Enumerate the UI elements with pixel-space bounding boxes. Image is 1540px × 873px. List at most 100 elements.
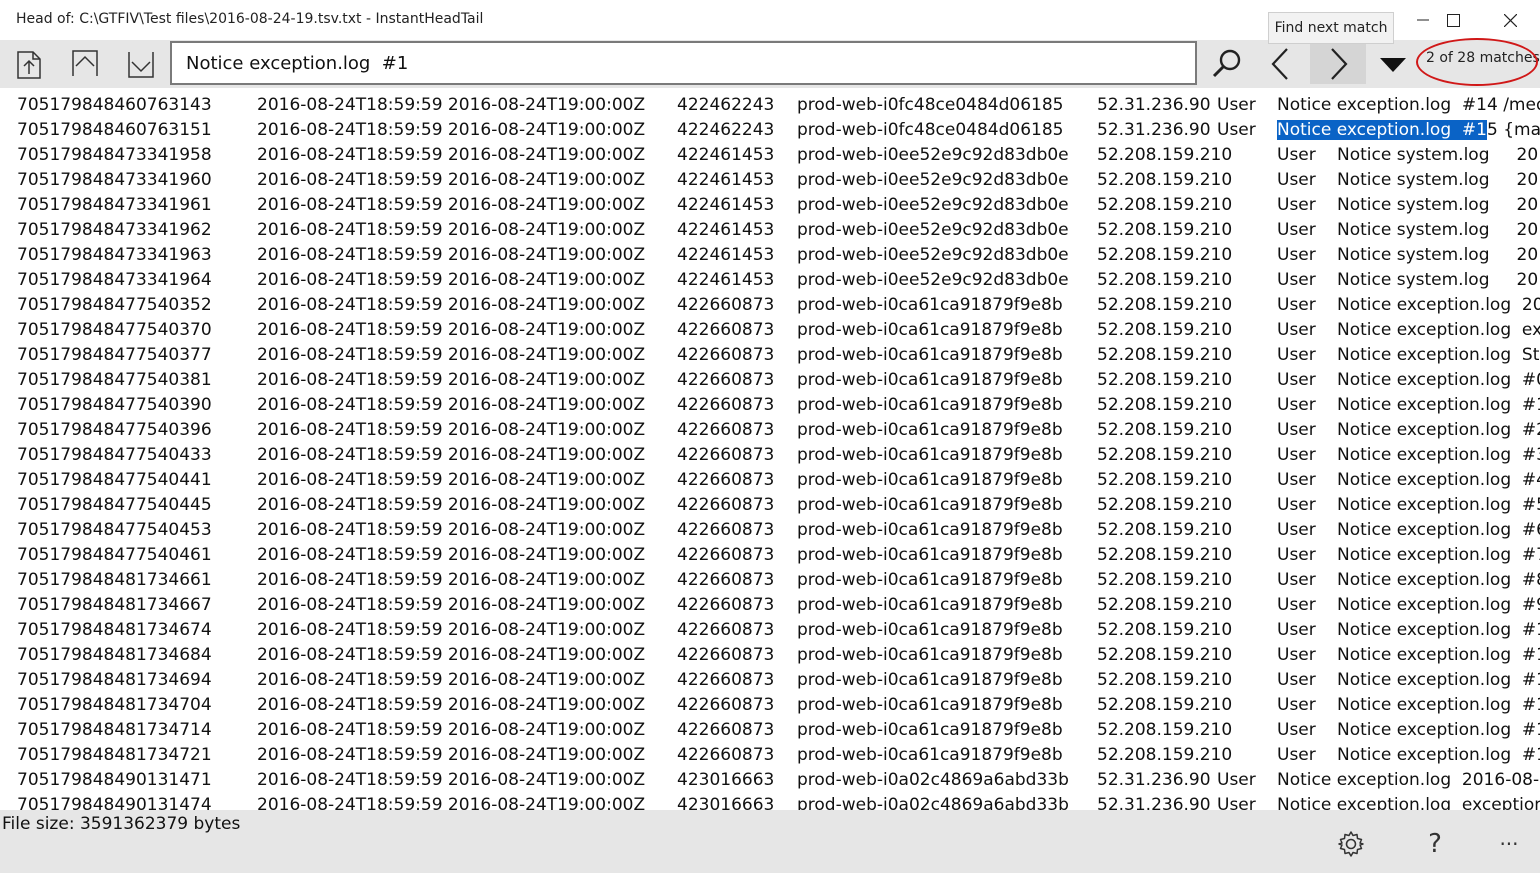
table-row[interactable]: 705179848473341958 2016-08-24T18:59:59 20… (0, 141, 1540, 166)
cell-num: 422461453 (677, 245, 775, 265)
cell-ts: 2016-08-24T18:59:59 2016-08-24T19:00:00Z (257, 645, 646, 665)
cell-ip: 52.208.159.210 (1097, 745, 1233, 765)
question-icon: ? (1428, 829, 1442, 859)
table-row[interactable]: 705179848477540396 2016-08-24T18:59:59 20… (0, 416, 1540, 441)
table-row[interactable]: 705179848477540445 2016-08-24T18:59:59 20… (0, 491, 1540, 516)
table-row[interactable]: 705179848481734694 2016-08-24T18:59:59 20… (0, 666, 1540, 691)
cell-ip: 52.208.159.210 (1097, 170, 1233, 190)
scroll-top-button[interactable] (62, 44, 108, 84)
cell-host: prod-web-i0fc48ce0484d06185 (797, 120, 1064, 140)
cell-message-rest: 5 {main} (1487, 120, 1540, 140)
cell-user: User (1277, 670, 1316, 690)
upload-arrow-icon (17, 51, 41, 79)
cell-user: User (1277, 370, 1316, 390)
cell-id: 705179848473341961 (17, 195, 212, 215)
cell-ts: 2016-08-24T18:59:59 2016-08-24T19:00:00Z (257, 370, 646, 390)
table-row[interactable]: 705179848481734674 2016-08-24T18:59:59 20… (0, 616, 1540, 641)
previous-match-button[interactable] (1258, 44, 1304, 84)
chevron-up-box-icon (72, 50, 98, 76)
cell-id: 705179848477540390 (17, 395, 212, 415)
cell-id: 705179848481734721 (17, 745, 212, 765)
cell-id: 705179848481734684 (17, 645, 212, 665)
cell-num: 422660873 (677, 745, 775, 765)
table-row[interactable]: 705179848473341960 2016-08-24T18:59:59 20… (0, 166, 1540, 191)
cell-user: User (1277, 420, 1316, 440)
cell-host: prod-web-i0ee52e9c92d83db0e (797, 195, 1069, 215)
table-row[interactable]: 705179848481734721 2016-08-24T18:59:59 20… (0, 741, 1540, 766)
table-row[interactable]: 705179848473341962 2016-08-24T18:59:59 20… (0, 216, 1540, 241)
cell-host: prod-web-i0a02c4869a6abd33b (797, 795, 1069, 810)
more-button[interactable]: ··· (1486, 824, 1532, 864)
table-row[interactable]: 705179848460763143 2016-08-24T18:59:59 20… (0, 91, 1540, 116)
cell-ip: 52.208.159.210 (1097, 595, 1233, 615)
scroll-bottom-button[interactable] (118, 44, 164, 84)
maximize-icon (1446, 13, 1460, 27)
close-icon (1503, 13, 1517, 27)
cell-num: 422660873 (677, 520, 775, 540)
cell-ip: 52.208.159.210 (1097, 695, 1233, 715)
cell-num: 422660873 (677, 645, 775, 665)
cell-message: Notice exception.log #6 (1337, 520, 1540, 540)
search-options-button[interactable] (1370, 44, 1416, 84)
settings-button[interactable] (1328, 824, 1374, 864)
cell-num: 422660873 (677, 595, 775, 615)
table-row[interactable]: 705179848477540370 2016-08-24T18:59:59 20… (0, 316, 1540, 341)
file-content[interactable]: 705179848460763143 2016-08-24T18:59:59 20… (0, 88, 1540, 810)
table-row[interactable]: 705179848481734667 2016-08-24T18:59:59 20… (0, 591, 1540, 616)
cell-host: prod-web-i0ca61ca91879f9e8b (797, 395, 1063, 415)
cell-ts: 2016-08-24T18:59:59 2016-08-24T19:00:00Z (257, 795, 646, 810)
cell-user: User (1277, 145, 1316, 165)
cell-num: 422660873 (677, 345, 775, 365)
table-row[interactable]: 705179848490131474 2016-08-24T18:59:59 20… (0, 791, 1540, 810)
cell-num: 422660873 (677, 695, 775, 715)
help-button[interactable]: ? (1412, 824, 1458, 864)
cell-ip: 52.208.159.210 (1097, 320, 1233, 340)
cell-ip: 52.31.236.90 (1097, 795, 1211, 810)
table-row[interactable]: 705179848477540381 2016-08-24T18:59:59 20… (0, 366, 1540, 391)
table-row[interactable]: 705179848477540461 2016-08-24T18:59:59 20… (0, 541, 1540, 566)
table-row[interactable]: 705179848477540377 2016-08-24T18:59:59 20… (0, 341, 1540, 366)
cell-num: 422461453 (677, 195, 775, 215)
cell-id: 705179848460763143 (17, 95, 212, 115)
cell-num: 422660873 (677, 470, 775, 490)
cell-num: 423016663 (677, 795, 775, 810)
cell-user: User (1277, 320, 1316, 340)
search-field[interactable] (170, 41, 1197, 85)
search-input[interactable] (172, 43, 1195, 83)
table-row[interactable]: 705179848481734661 2016-08-24T18:59:59 20… (0, 566, 1540, 591)
table-row[interactable]: 705179848473341961 2016-08-24T18:59:59 20… (0, 191, 1540, 216)
table-row[interactable]: 705179848477540453 2016-08-24T18:59:59 20… (0, 516, 1540, 541)
cell-host: prod-web-i0ee52e9c92d83db0e (797, 220, 1069, 240)
maximize-button[interactable] (1430, 0, 1476, 40)
close-button[interactable] (1487, 0, 1533, 40)
table-row[interactable]: 705179848460763151 2016-08-24T18:59:59 20… (0, 116, 1540, 141)
cell-num: 422462243 (677, 120, 775, 140)
table-row[interactable]: 705179848477540390 2016-08-24T18:59:59 20… (0, 391, 1540, 416)
cell-ts: 2016-08-24T18:59:59 2016-08-24T19:00:00Z (257, 745, 646, 765)
table-row[interactable]: 705179848481734704 2016-08-24T18:59:59 20… (0, 691, 1540, 716)
gear-icon (1338, 831, 1364, 857)
table-row[interactable]: 705179848473341963 2016-08-24T18:59:59 20… (0, 241, 1540, 266)
table-row[interactable]: 705179848473341964 2016-08-24T18:59:59 20… (0, 266, 1540, 291)
cell-message: Notice exception.log #7 (1337, 545, 1540, 565)
open-head-button[interactable] (6, 44, 52, 84)
search-button[interactable] (1204, 44, 1250, 84)
table-row[interactable]: 705179848481734684 2016-08-24T18:59:59 20… (0, 641, 1540, 666)
cell-user: User (1277, 520, 1316, 540)
table-row[interactable]: 705179848490131471 2016-08-24T18:59:59 20… (0, 766, 1540, 791)
cell-ts: 2016-08-24T18:59:59 2016-08-24T19:00:00Z (257, 570, 646, 590)
cell-ts: 2016-08-24T18:59:59 2016-08-24T19:00:00Z (257, 620, 646, 640)
cell-id: 705179848477540441 (17, 470, 212, 490)
table-row[interactable]: 705179848481734714 2016-08-24T18:59:59 20… (0, 716, 1540, 741)
cell-host: prod-web-i0ca61ca91879f9e8b (797, 320, 1063, 340)
cell-user: User (1217, 95, 1256, 115)
cell-ip: 52.208.159.210 (1097, 345, 1233, 365)
cell-id: 705179848473341960 (17, 170, 212, 190)
table-row[interactable]: 705179848477540441 2016-08-24T18:59:59 20… (0, 466, 1540, 491)
cell-num: 422462243 (677, 95, 775, 115)
cell-ts: 2016-08-24T18:59:59 2016-08-24T19:00:00Z (257, 95, 646, 115)
table-row[interactable]: 705179848477540352 2016-08-24T18:59:59 20… (0, 291, 1540, 316)
cell-ip: 52.208.159.210 (1097, 645, 1233, 665)
table-row[interactable]: 705179848477540433 2016-08-24T18:59:59 20… (0, 441, 1540, 466)
next-match-button[interactable] (1310, 44, 1366, 84)
